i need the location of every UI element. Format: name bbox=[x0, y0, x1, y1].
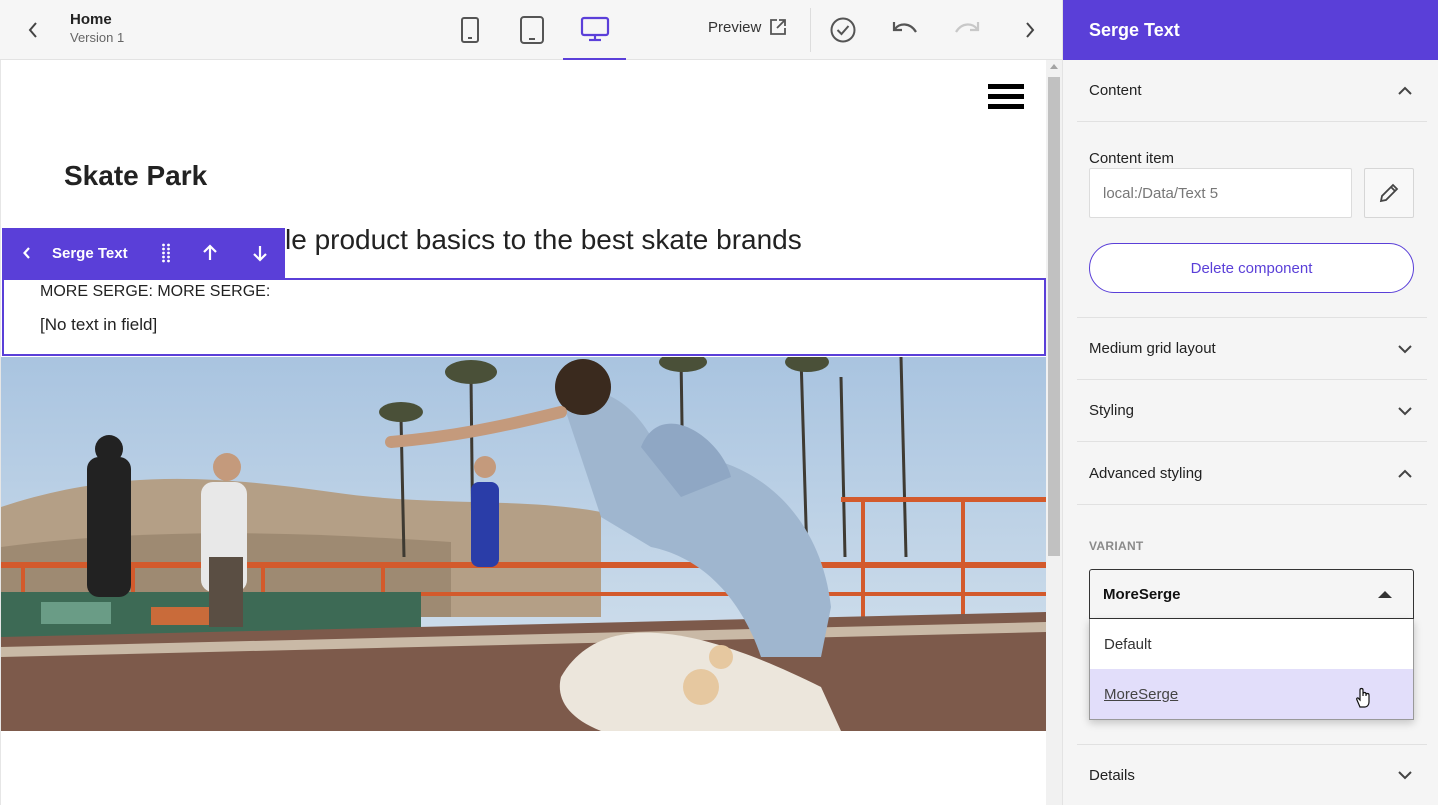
phone-icon bbox=[460, 17, 479, 43]
hero-image[interactable] bbox=[1, 357, 1046, 731]
variant-selected-value: MoreSerge bbox=[1103, 585, 1181, 603]
device-phone-button[interactable] bbox=[438, 0, 501, 60]
content-item-label: Content item bbox=[1089, 150, 1175, 167]
arrow-up-icon bbox=[203, 244, 217, 260]
panel-title: Serge Text bbox=[1063, 0, 1438, 60]
pencil-icon bbox=[1379, 183, 1399, 203]
skate-park-photo bbox=[1, 357, 1046, 731]
device-tablet-button[interactable] bbox=[500, 0, 563, 60]
component-toolbar: Serge Text bbox=[2, 228, 285, 278]
section-label: Medium grid layout bbox=[1089, 340, 1216, 357]
tablet-icon bbox=[519, 16, 544, 44]
preview-label: Preview bbox=[708, 18, 762, 36]
section-label: Details bbox=[1089, 766, 1135, 784]
drag-handle[interactable] bbox=[147, 228, 185, 278]
hand-cursor-icon bbox=[1356, 687, 1370, 708]
back-button[interactable] bbox=[20, 16, 46, 44]
chevron-up-icon bbox=[1395, 464, 1415, 484]
section-label: Advanced styling bbox=[1089, 465, 1203, 482]
variant-dropdown: Default MoreSerge bbox=[1089, 619, 1414, 720]
edit-content-button[interactable] bbox=[1364, 168, 1414, 218]
page-title: Home bbox=[70, 11, 112, 28]
section-label: Styling bbox=[1089, 402, 1135, 419]
redo-button[interactable] bbox=[951, 14, 983, 46]
canvas-scrollbar[interactable] bbox=[1046, 60, 1062, 805]
variant-option-default[interactable]: Default bbox=[1090, 619, 1413, 669]
chevron-down-icon bbox=[1395, 339, 1415, 359]
properties-panel: Serge Text Content Content item Delete c… bbox=[1062, 0, 1438, 805]
toolbar-divider bbox=[810, 8, 811, 52]
drag-handle-icon bbox=[162, 243, 170, 263]
select-parent-button[interactable] bbox=[2, 228, 52, 278]
desktop-icon bbox=[580, 16, 609, 42]
section-label: Content bbox=[1089, 82, 1142, 99]
arrow-down-icon bbox=[253, 246, 267, 262]
collapse-panel-button[interactable] bbox=[1014, 14, 1046, 46]
external-link-icon bbox=[770, 19, 787, 35]
section-content-header[interactable]: Content bbox=[1077, 60, 1427, 122]
chevron-left-icon bbox=[23, 247, 30, 259]
content-item-input[interactable] bbox=[1089, 168, 1352, 218]
component-name: Serge Text bbox=[52, 244, 128, 262]
chevron-down-icon bbox=[1395, 401, 1415, 421]
move-down-button[interactable] bbox=[235, 228, 285, 278]
check-circle-icon bbox=[830, 17, 856, 43]
chevron-down-icon bbox=[1395, 765, 1415, 785]
text-line-1: MORE SERGE: MORE SERGE: bbox=[40, 283, 271, 300]
variant-label: VARIANT bbox=[1089, 539, 1144, 553]
editor-toolbar: Home Version 1 Preview bbox=[0, 0, 1062, 60]
chevron-up-icon bbox=[1395, 81, 1415, 101]
chevron-right-icon bbox=[1026, 22, 1035, 38]
variant-select[interactable]: MoreSerge bbox=[1089, 569, 1414, 619]
undo-icon bbox=[892, 22, 917, 33]
delete-component-button[interactable]: Delete component bbox=[1089, 243, 1414, 293]
section-advanced-styling-header[interactable]: Advanced styling bbox=[1077, 443, 1427, 505]
site-subheading-text: le product basics to the best skate bran… bbox=[285, 224, 802, 255]
scroll-up-arrow[interactable] bbox=[1050, 64, 1058, 69]
chevron-left-icon bbox=[28, 22, 37, 38]
option-label: MoreSerge bbox=[1104, 685, 1179, 703]
variant-option-moreserge[interactable]: MoreSerge bbox=[1090, 669, 1413, 719]
page-canvas: Skate Park le product basics to the best… bbox=[0, 60, 1046, 805]
menu-icon[interactable] bbox=[988, 84, 1024, 109]
preview-button[interactable]: Preview bbox=[708, 18, 787, 36]
section-styling-header[interactable]: Styling bbox=[1077, 380, 1427, 442]
section-medium-grid-header[interactable]: Medium grid layout bbox=[1077, 318, 1427, 380]
selected-text-component[interactable]: MORE SERGE: MORE SERGE: [No text in fiel… bbox=[2, 278, 1046, 356]
undo-button[interactable] bbox=[889, 14, 921, 46]
site-heading[interactable]: Skate Park bbox=[64, 160, 207, 192]
publish-button[interactable] bbox=[827, 14, 859, 46]
device-desktop-button[interactable] bbox=[563, 0, 626, 60]
scroll-thumb[interactable] bbox=[1048, 77, 1060, 556]
page-info: Home Version 1 bbox=[70, 11, 124, 46]
redo-icon bbox=[955, 22, 980, 33]
move-up-button[interactable] bbox=[185, 228, 235, 278]
text-line-2: [No text in field] bbox=[40, 315, 158, 334]
caret-up-icon bbox=[1378, 590, 1392, 598]
page-version: Version 1 bbox=[70, 30, 125, 45]
section-details-header[interactable]: Details bbox=[1077, 744, 1427, 805]
